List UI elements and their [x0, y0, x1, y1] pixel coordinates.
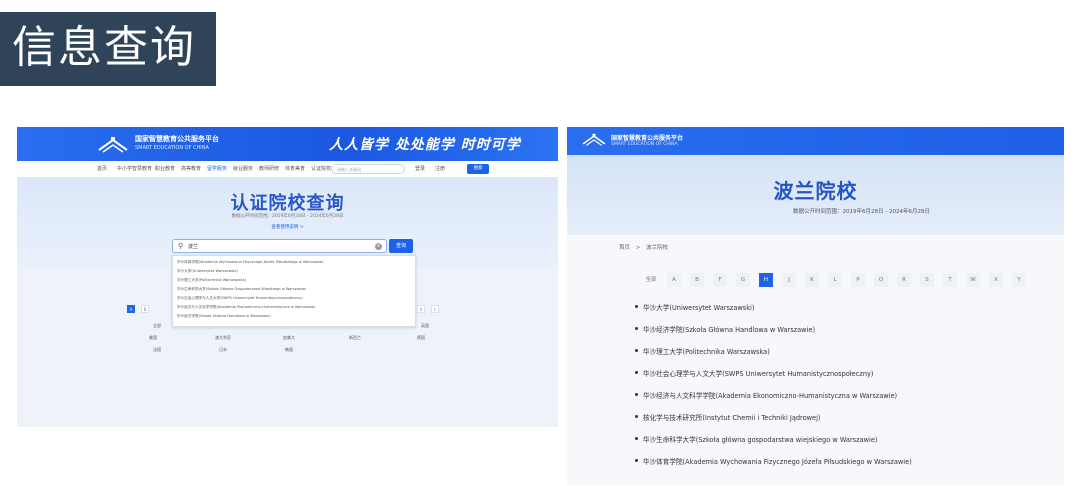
nav-item-home[interactable]: 首页 — [97, 165, 107, 172]
left-banner: 国家智慧教育公共服务平台 SMART EDUCATION OF CHINA 人人… — [17, 127, 558, 161]
bullet-icon — [635, 349, 638, 352]
breadcrumb: 首页 > 波兰院校 — [619, 243, 668, 251]
country-item[interactable]: 澳大利亚 — [215, 335, 231, 341]
suggestion-item[interactable]: 华沙生命科学大学(Szkoła Główna Gospodarstwa Wiej… — [177, 287, 306, 292]
school-search-button[interactable]: 查询 — [389, 239, 413, 253]
logo-icon — [98, 137, 128, 153]
right-site-name: 国家智慧教育公共服务平台 — [611, 135, 684, 142]
school-item[interactable]: 核化学与技术研究所(Instytut Chemii i Techniki Jąd… — [643, 412, 821, 422]
nav-item-vocational[interactable]: 职业教育 — [155, 165, 175, 172]
breadcrumb-home[interactable]: 首页 — [619, 245, 630, 251]
bullet-icon — [635, 305, 638, 308]
country-item[interactable]: 法国 — [153, 347, 161, 353]
tab-letter[interactable]: R — [897, 273, 911, 287]
tab-letter[interactable]: G — [736, 273, 750, 287]
nav-item-k12[interactable]: 中小学智慧教育 — [117, 165, 152, 172]
right-site-name-en: SMART EDUCATION OF CHINA — [611, 142, 678, 147]
suggestion-item[interactable]: 华沙经济与人文科学学院(Akademia Ekonomiczno-Humanis… — [177, 305, 316, 310]
left-hero-link[interactable]: 查看使用说明 > — [17, 224, 558, 230]
search-icon: ⚲ — [178, 242, 184, 250]
bullet-icon — [635, 393, 638, 396]
right-hero-date: 数据公开时间范围：2019年6月28日 - 2024年6月28日 — [793, 209, 930, 215]
tab-letter[interactable]: J — [782, 273, 796, 287]
suggestion-item[interactable]: 华沙社会心理学与人文大学(SWPS Uniwersytet Humanistyc… — [177, 296, 303, 301]
alpha-tab[interactable]: A — [127, 305, 135, 313]
suggestion-item[interactable]: 华沙理工大学(Politechnika Warszawska) — [177, 278, 246, 283]
country-item[interactable]: 美国 — [149, 335, 157, 341]
left-screenshot: 国家智慧教育公共服务平台 SMART EDUCATION OF CHINA 人人… — [17, 127, 558, 427]
right-hero-title: 波兰院校 — [773, 179, 858, 203]
country-item[interactable]: 加拿大 — [283, 335, 295, 341]
left-nav: 首页 中小学智慧教育 职业教育 高等教育 留学服务 就业服务 教师研修 体育美育… — [17, 161, 558, 177]
nav-login[interactable]: 登录 — [415, 165, 425, 172]
slide: 信息查询 国家智慧教育公共服务平台 SMART EDUCATION OF CHI… — [0, 0, 1080, 486]
country-item[interactable]: 全部 — [153, 323, 161, 329]
country-item[interactable]: 新西兰 — [349, 335, 361, 341]
tab-letter-active[interactable]: H — [759, 273, 773, 287]
country-item[interactable]: 日本 — [219, 347, 227, 353]
right-banner: 国家智慧教育公共服务平台 SMART EDUCATION OF CHINA — [567, 127, 1064, 155]
letter-tabs: 全部 A B F G H J K L P Q R S T W X Y — [567, 273, 1064, 289]
country-item[interactable]: 韩国 — [285, 347, 293, 353]
tab-letter[interactable]: F — [713, 273, 727, 287]
tab-letter[interactable]: A — [667, 273, 681, 287]
breadcrumb-separator: > — [635, 245, 641, 251]
suggestion-item[interactable]: 华沙经济学院(Szkoła Główna Handlowa w Warszawi… — [177, 314, 271, 319]
slide-title-box: 信息查询 — [0, 12, 216, 86]
tab-letter[interactable]: B — [690, 273, 704, 287]
nav-item-sports[interactable]: 体育美育 — [285, 165, 305, 172]
tab-letter[interactable]: L — [828, 273, 842, 287]
bullet-icon — [635, 415, 638, 418]
breadcrumb-current: 波兰院校 — [646, 245, 669, 251]
country-item[interactable]: 德国 — [417, 335, 425, 341]
tab-letter[interactable]: Q — [874, 273, 888, 287]
bullet-icon — [635, 371, 638, 374]
left-hero-title: 认证院校查询 — [230, 193, 345, 214]
country-item[interactable]: 英国 — [421, 323, 429, 329]
school-item[interactable]: 华沙社会心理学与人文大学(SWPS Uniwersytet Humanistyc… — [643, 368, 873, 378]
alpha-tab[interactable]: L — [431, 305, 439, 313]
left-slogan: 人人皆学 处处能学 时时可学 — [329, 137, 521, 153]
school-search-input[interactable]: ⚲ 波兰 × — [172, 239, 387, 253]
slide-title: 信息查询 — [12, 22, 196, 73]
nav-item-schools[interactable]: 认证院校 — [311, 165, 331, 172]
logo-icon — [582, 133, 606, 146]
bullet-icon — [635, 327, 638, 330]
nav-item-employment[interactable]: 就业服务 — [233, 165, 253, 172]
tab-letter[interactable]: Y — [1012, 273, 1026, 287]
school-item[interactable]: 华沙理工大学(Politechnika Warszawska) — [643, 346, 770, 356]
school-item[interactable]: 华沙大学(Uniwersytet Warszawski) — [643, 302, 754, 312]
tab-letter[interactable]: T — [943, 273, 957, 287]
tab-letter[interactable]: P — [851, 273, 865, 287]
nav-search-input[interactable]: 请输入关键词 — [331, 164, 405, 174]
nav-register[interactable]: 注册 — [435, 165, 445, 172]
bullet-icon — [635, 437, 638, 440]
suggestion-item[interactable]: 华沙体育学院(Akademia Wychowania Fizycznego Jó… — [177, 260, 324, 265]
school-item[interactable]: 华沙经济与人文科学学院(Akademia Ekonomiczno-Humanis… — [643, 390, 897, 400]
tab-letter[interactable]: W — [966, 273, 980, 287]
suggestion-item[interactable]: 华沙大学(Uniwersytet Warszawski) — [177, 269, 238, 274]
search-value: 波兰 — [188, 244, 199, 250]
left-hero-sub: 数据公开时间范围：2019年6月28日 - 2024年6月28日 — [231, 214, 344, 219]
nav-item-abroad[interactable]: 留学服务 — [207, 165, 227, 172]
right-screenshot: 国家智慧教育公共服务平台 SMART EDUCATION OF CHINA 波兰… — [567, 127, 1064, 485]
alpha-tab[interactable]: K — [417, 305, 425, 313]
school-item[interactable]: 华沙经济学院(Szkoła Główna Handlowa w Warszawi… — [643, 324, 815, 334]
school-item[interactable]: 华沙体育学院(Akademia Wychowania Fizycznego Jó… — [643, 456, 912, 466]
alpha-tab[interactable]: B — [141, 305, 149, 313]
search-suggestions: 华沙体育学院(Akademia Wychowania Fizycznego Jó… — [172, 255, 416, 327]
nav-item-teacher[interactable]: 教师研修 — [259, 165, 279, 172]
clear-icon[interactable]: × — [375, 243, 382, 250]
left-site-name-en: SMART EDUCATION OF CHINA — [135, 145, 209, 151]
bullet-icon — [635, 459, 638, 462]
school-item[interactable]: 华沙生命科学大学(Szkoła główna gospodarstwa wiej… — [643, 434, 877, 444]
tab-letter[interactable]: X — [989, 273, 1003, 287]
left-site-name: 国家智慧教育公共服务平台 — [135, 135, 219, 143]
tab-letter[interactable]: S — [920, 273, 934, 287]
tab-letter[interactable]: K — [805, 273, 819, 287]
tab-all[interactable]: 全部 — [643, 273, 659, 287]
nav-item-higher[interactable]: 高等教育 — [181, 165, 201, 172]
nav-search-button[interactable]: 搜索 — [467, 164, 489, 174]
